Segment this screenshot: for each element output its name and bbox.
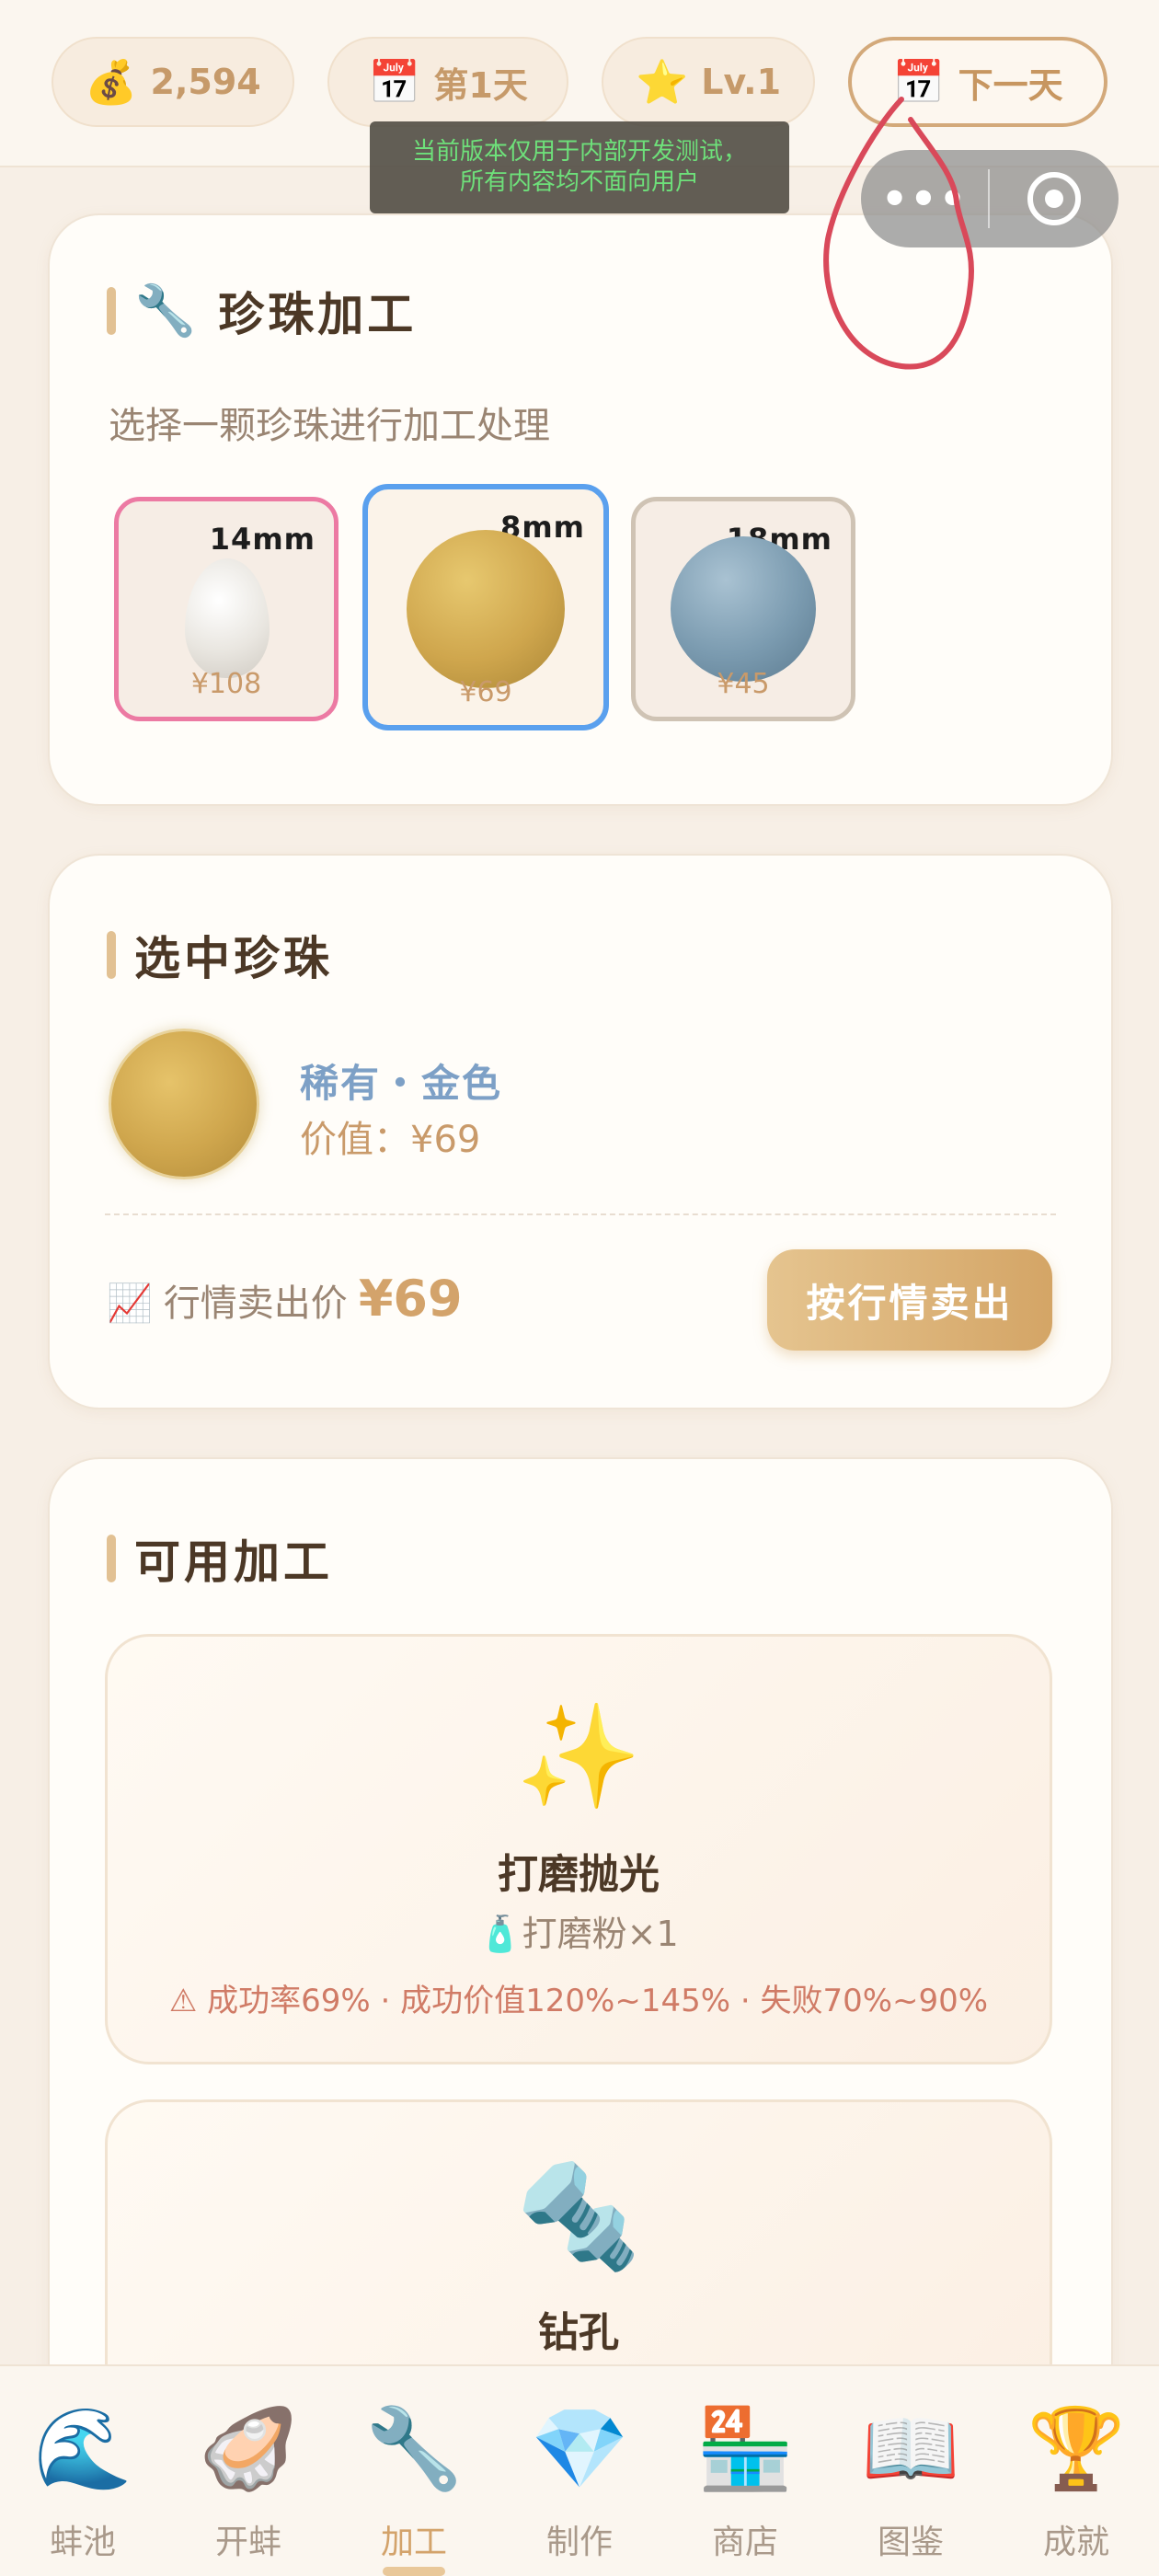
pearl-processing-card: 🔧 珍珠加工 选择一颗珍珠进行加工处理 14mm ¥108 8mm ¥69 18…: [48, 213, 1113, 806]
white-pearl: [185, 558, 270, 678]
section-subtitle: 选择一颗珍珠进行加工处理: [109, 405, 550, 447]
bolt-nut-icon: 🔩: [515, 2157, 642, 2275]
tab-open-oyster[interactable]: 🦪 开蚌: [166, 2403, 331, 2563]
title-accent-bar: [107, 287, 116, 335]
blue-pearl: [671, 536, 816, 682]
process-name: 钻孔: [538, 2309, 619, 2356]
pearl-option-3[interactable]: 18mm ¥45: [631, 497, 855, 721]
more-options-button[interactable]: •••: [861, 174, 988, 224]
calendar-icon: 📅: [368, 56, 421, 107]
tab-achievements[interactable]: 🏆 成就: [993, 2403, 1159, 2563]
trophy-icon: 🏆: [1027, 2403, 1126, 2495]
pearl-option-2[interactable]: 8mm ¥69: [362, 484, 609, 730]
title-accent-bar: [107, 1535, 116, 1582]
day-label: 第1天: [433, 64, 528, 106]
tab-craft[interactable]: 💎 制作: [497, 2403, 662, 2563]
section-title: 可用加工: [107, 1525, 333, 1592]
gold-pearl: [407, 530, 565, 688]
miniprogram-capsule: •••: [861, 150, 1119, 247]
process-name: 打磨抛光: [498, 1851, 660, 1898]
coin-counter: 💰 2,594: [52, 37, 294, 127]
section-title: 🔧 珍珠加工: [107, 278, 417, 344]
next-day-label: 下一天: [958, 64, 1063, 106]
section-title: 选中珍珠: [107, 922, 333, 988]
gem-icon: 💎: [530, 2403, 629, 2495]
level-label: Lv.1: [701, 62, 782, 102]
process-polish-option[interactable]: ✨ 打磨抛光 🧴打磨粉×1 ⚠ 成功率69% · 成功价值120%~145% ·…: [105, 1634, 1052, 2064]
close-miniprogram-button[interactable]: [990, 172, 1119, 225]
tab-pond[interactable]: 🌊 蚌池: [0, 2403, 166, 2563]
star-icon: ⭐: [635, 56, 689, 107]
money-bag-icon: 💰: [85, 56, 138, 107]
book-icon: 📖: [861, 2403, 960, 2495]
tab-collection[interactable]: 📖 图鉴: [828, 2403, 993, 2563]
wrench-icon: 🔧: [134, 282, 201, 339]
chart-up-icon: 📈: [107, 1282, 153, 1325]
dev-notice-tooltip: 当前版本仅用于内部开发测试， 所有内容均不面向用户: [370, 121, 789, 213]
pearl-option-1[interactable]: 14mm ¥108: [114, 497, 339, 721]
sell-at-market-button[interactable]: 按行情卖出: [767, 1249, 1052, 1351]
level-badge: ⭐ Lv.1: [602, 37, 815, 127]
oyster-icon: 🦪: [199, 2403, 298, 2495]
calendar-icon: 📅: [892, 56, 946, 107]
divider: [105, 1213, 1056, 1215]
wrench-icon: 🔧: [364, 2403, 464, 2495]
tab-shop[interactable]: 🏪 商店: [662, 2403, 828, 2563]
bottom-tab-bar: 🌊 蚌池 🦪 开蚌 🔧 加工 💎 制作 🏪 商店 📖 图鉴 🏆 成就: [0, 2364, 1159, 2576]
process-material: 🧴打磨粉×1: [478, 1914, 679, 1954]
pearl-value: 价值：¥69: [300, 1119, 481, 1161]
market-price: 📈 行情卖出价 ¥69: [107, 1270, 463, 1328]
sparkles-icon: ✨: [515, 1697, 642, 1815]
store-icon: 🏪: [695, 2403, 795, 2495]
day-counter: 📅 第1天: [327, 37, 568, 127]
pearl-quality: 稀有・金色: [300, 1061, 503, 1106]
process-stats: ⚠ 成功率69% · 成功价值120%~145% · 失败70%~90%: [168, 1983, 989, 2019]
target-icon: [1027, 172, 1081, 225]
title-accent-bar: [107, 931, 116, 979]
active-tab-indicator: [383, 2567, 445, 2576]
next-day-button[interactable]: 📅 下一天: [848, 37, 1107, 127]
tab-process[interactable]: 🔧 加工: [331, 2403, 497, 2563]
wave-icon: 🌊: [33, 2403, 132, 2495]
coin-value: 2,594: [150, 62, 261, 102]
selected-pearl-image: [109, 1029, 259, 1179]
